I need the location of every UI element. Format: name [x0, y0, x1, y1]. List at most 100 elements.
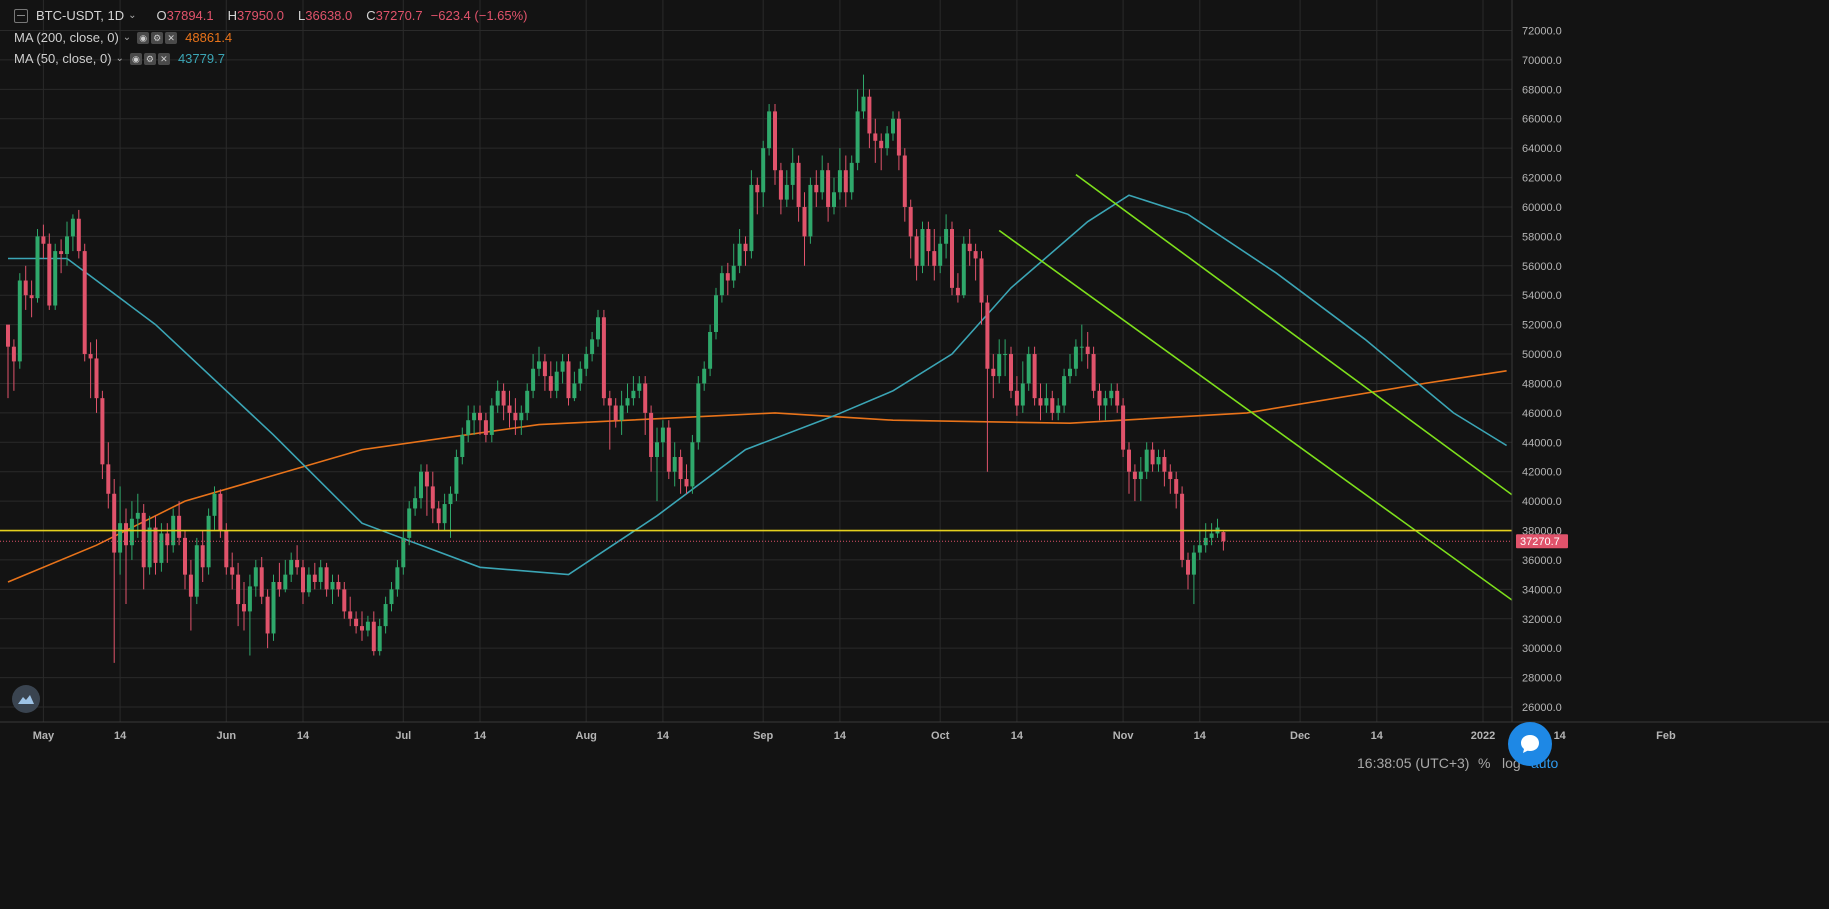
candle[interactable] — [1197, 530, 1202, 560]
candle[interactable] — [755, 177, 760, 215]
candle[interactable] — [826, 162, 831, 222]
candle[interactable] — [837, 148, 842, 200]
candle[interactable] — [183, 530, 187, 590]
candle[interactable] — [1109, 383, 1114, 406]
candle[interactable] — [236, 562, 241, 627]
candle[interactable] — [690, 434, 695, 494]
candle[interactable] — [271, 574, 276, 641]
candle[interactable] — [796, 155, 801, 222]
candle[interactable] — [1191, 545, 1196, 605]
candle[interactable] — [59, 239, 64, 274]
candle[interactable] — [861, 74, 866, 119]
candle[interactable] — [702, 361, 707, 391]
candle[interactable] — [17, 273, 22, 369]
candle[interactable] — [70, 214, 75, 252]
candle[interactable] — [1174, 471, 1179, 509]
candle[interactable] — [371, 611, 376, 656]
candle[interactable] — [460, 427, 465, 465]
candle[interactable] — [483, 412, 488, 443]
candle[interactable] — [997, 339, 1002, 384]
candle[interactable] — [1009, 346, 1013, 399]
candle[interactable] — [265, 589, 270, 649]
candle[interactable] — [808, 177, 813, 244]
candle[interactable] — [230, 552, 235, 590]
candle[interactable] — [643, 376, 648, 435]
candle[interactable] — [1138, 456, 1143, 502]
candle[interactable] — [165, 523, 170, 563]
ma200-line[interactable] — [7, 370, 1507, 583]
candle[interactable] — [525, 383, 530, 421]
candle[interactable] — [761, 140, 766, 207]
candle[interactable] — [6, 324, 10, 399]
candle[interactable] — [613, 398, 618, 428]
candle[interactable] — [259, 556, 264, 605]
candle[interactable] — [1073, 339, 1078, 377]
candle[interactable] — [100, 390, 105, 480]
candle[interactable] — [1209, 523, 1214, 546]
candle[interactable] — [938, 236, 943, 274]
candle[interactable] — [873, 118, 878, 163]
candle[interactable] — [35, 229, 40, 303]
candle[interactable] — [678, 449, 683, 494]
candle[interactable] — [253, 559, 258, 597]
candle[interactable] — [76, 209, 81, 259]
candle[interactable] — [961, 236, 966, 299]
candle[interactable] — [312, 562, 317, 590]
candle[interactable] — [112, 479, 117, 663]
candle[interactable] — [283, 559, 288, 593]
candle[interactable] — [1085, 331, 1090, 369]
chat-button[interactable] — [1508, 722, 1552, 766]
candle[interactable] — [1068, 354, 1072, 384]
candle[interactable] — [719, 265, 724, 303]
candle[interactable] — [619, 390, 624, 435]
candle[interactable] — [330, 574, 335, 605]
candle[interactable] — [301, 559, 305, 605]
candle[interactable] — [926, 221, 931, 266]
candle[interactable] — [106, 442, 111, 509]
candle[interactable] — [950, 221, 954, 296]
ma50-name[interactable]: MA (50, close, 0) — [14, 51, 112, 66]
candle[interactable] — [489, 398, 494, 443]
candle[interactable] — [560, 354, 565, 384]
gear-icon[interactable]: ⚙ — [143, 52, 156, 65]
candle[interactable] — [979, 251, 984, 325]
candle[interactable] — [383, 596, 388, 634]
candle[interactable] — [348, 596, 353, 627]
candle[interactable] — [442, 493, 447, 531]
candle[interactable] — [566, 354, 571, 406]
eye-icon[interactable]: ◉ — [129, 52, 142, 65]
candle[interactable] — [141, 504, 146, 590]
gear-icon[interactable]: ⚙ — [151, 31, 164, 44]
candle[interactable] — [419, 464, 423, 509]
candle[interactable] — [531, 354, 536, 399]
candle[interactable] — [289, 552, 294, 582]
candle[interactable] — [354, 611, 359, 634]
candle[interactable] — [41, 224, 46, 259]
chevron-down-icon[interactable]: ⌄ — [128, 10, 136, 21]
candle[interactable] — [908, 199, 913, 259]
candle[interactable] — [424, 464, 429, 516]
candle[interactable] — [88, 342, 93, 399]
trendline[interactable] — [998, 229, 1543, 623]
price-chart[interactable]: 26000.0 28000.0 30000.0 32000.0 34000.0 36000… — [0, 0, 1829, 909]
candle[interactable] — [714, 287, 718, 340]
menu-icon[interactable] — [14, 8, 28, 23]
candle[interactable] — [879, 133, 884, 171]
candle[interactable] — [1156, 449, 1161, 472]
candle[interactable] — [377, 618, 382, 656]
percent-toggle[interactable]: % — [1478, 755, 1490, 771]
candle[interactable] — [324, 562, 329, 597]
candle[interactable] — [1097, 383, 1102, 421]
candle[interactable] — [336, 574, 341, 597]
candle[interactable] — [637, 376, 642, 399]
chevron-down-icon[interactable]: ⌄ — [116, 53, 124, 64]
candle[interactable] — [891, 111, 895, 141]
candle[interactable] — [1162, 449, 1167, 487]
candle[interactable] — [914, 229, 919, 281]
candle[interactable] — [749, 170, 754, 259]
candle[interactable] — [1203, 523, 1208, 553]
candle[interactable] — [1168, 464, 1173, 494]
candle[interactable] — [578, 361, 583, 391]
close-icon[interactable]: ✕ — [157, 52, 170, 65]
candle[interactable] — [660, 420, 665, 457]
